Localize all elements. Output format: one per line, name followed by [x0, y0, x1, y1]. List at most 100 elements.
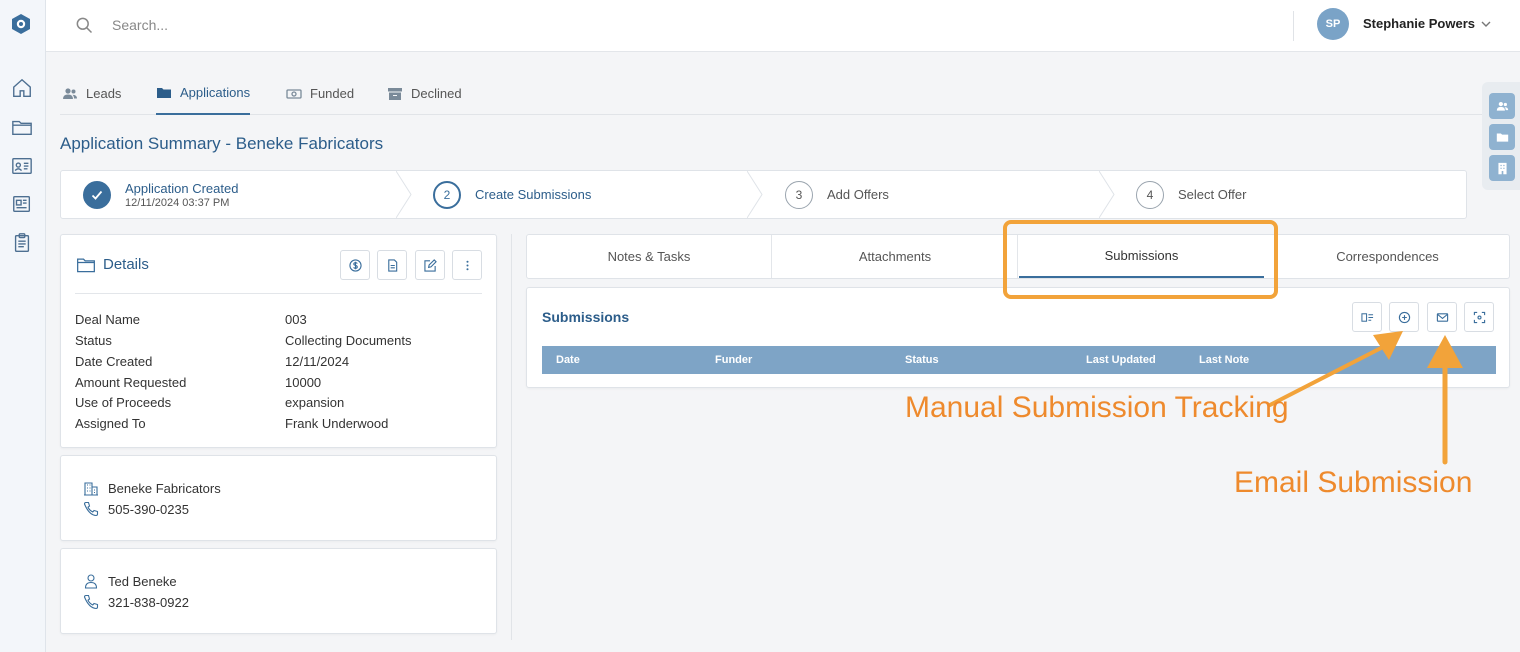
- step-separator: [1099, 171, 1115, 218]
- details-title: Details: [103, 256, 149, 273]
- tab-label: Applications: [180, 85, 251, 100]
- detail-key: Assigned To: [75, 416, 146, 431]
- column-header-funder[interactable]: Funder: [715, 354, 752, 366]
- search-input[interactable]: [112, 14, 512, 36]
- clipboard-icon[interactable]: [11, 232, 33, 254]
- folder-nav-icon[interactable]: [11, 116, 33, 138]
- detail-value: Frank Underwood: [285, 416, 389, 431]
- chevron-down-icon[interactable]: [1480, 18, 1492, 30]
- quick-folder-button[interactable]: [1489, 124, 1515, 150]
- step-label: Select Offer: [1178, 187, 1247, 202]
- building-icon: [1497, 162, 1507, 174]
- tab-label: Declined: [411, 86, 462, 101]
- avatar[interactable]: SP: [1317, 8, 1349, 40]
- detail-value: Collecting Documents: [285, 333, 412, 348]
- detail-value: expansion: [285, 395, 345, 410]
- top-bar: SP Stephanie Powers: [46, 0, 1520, 52]
- edit-icon: [423, 258, 437, 272]
- business-name-row: Beneke Fabricators: [83, 480, 221, 496]
- tab-attachments[interactable]: Attachments: [773, 235, 1018, 278]
- document-button[interactable]: [377, 250, 407, 280]
- submissions-title: Submissions: [542, 309, 630, 325]
- search-icon: [76, 17, 93, 34]
- quick-contacts-button[interactable]: [1489, 93, 1515, 119]
- detail-key: Amount Requested: [75, 375, 187, 390]
- tab-notes-tasks[interactable]: Notes & Tasks: [527, 235, 772, 278]
- phone-icon: [83, 594, 99, 610]
- contact-phone: 321-838-0922: [108, 594, 189, 610]
- contact-phone-row[interactable]: 321-838-0922: [83, 594, 189, 610]
- user-name[interactable]: Stephanie Powers: [1363, 16, 1475, 31]
- detail-value: 12/11/2024: [285, 354, 350, 369]
- folder-icon: [157, 87, 171, 98]
- step-select-offer[interactable]: 4 Select Offer: [1136, 171, 1246, 218]
- archive-icon: [388, 87, 402, 100]
- divider: [1293, 11, 1294, 41]
- more-options-button[interactable]: [452, 250, 482, 280]
- quick-building-button[interactable]: [1489, 155, 1515, 181]
- email-submission-button[interactable]: [1427, 302, 1457, 332]
- detail-key: Date Created: [75, 354, 153, 369]
- details-card: Details Deal Name 003 Status Collecting …: [60, 234, 497, 448]
- step-number: 2: [433, 180, 461, 209]
- divider: [75, 293, 482, 294]
- page-title: Application Summary - Beneke Fabricators: [60, 134, 384, 153]
- tab-label: Funded: [310, 86, 355, 101]
- detail-key: Status: [75, 333, 112, 348]
- contact-card-icon[interactable]: [11, 155, 33, 177]
- annotation-email-submission: Email Submission: [1234, 466, 1473, 499]
- phone-icon: [83, 501, 99, 517]
- annotation-manual-submission: Manual Submission Tracking: [905, 391, 1289, 424]
- document-icon: [387, 258, 397, 272]
- business-card: Beneke Fabricators 505-390-0235: [60, 455, 497, 541]
- detail-value: 003: [285, 312, 307, 327]
- step-create-submissions[interactable]: 2 Create Submissions: [433, 171, 591, 218]
- contact-card: Ted Beneke 321-838-0922: [60, 548, 497, 634]
- column-header-status[interactable]: Status: [905, 354, 939, 366]
- highlight-box: [1003, 220, 1278, 299]
- folder-icon: [77, 258, 95, 273]
- dollar-icon: [348, 258, 362, 272]
- detail-key: Deal Name: [75, 312, 141, 327]
- step-label: Create Submissions: [475, 187, 592, 202]
- step-number: 4: [1136, 180, 1164, 209]
- step-label: Add Offers: [827, 187, 889, 202]
- main-tabs: Leads Applications Funded Declined: [60, 72, 1510, 115]
- step-number: 3: [785, 180, 813, 209]
- tab-applications[interactable]: Applications: [156, 72, 251, 115]
- column-header-last-updated[interactable]: Last Updated: [1086, 354, 1156, 366]
- column-header-date[interactable]: Date: [556, 354, 580, 366]
- home-icon[interactable]: [11, 77, 33, 99]
- submissions-card: Submissions Date Funder Status Last Upda…: [526, 287, 1510, 388]
- step-label: Application Created: [125, 180, 239, 196]
- check-icon: [83, 180, 111, 209]
- edit-button[interactable]: [415, 250, 445, 280]
- tab-funded[interactable]: Funded: [286, 72, 354, 115]
- business-phone: 505-390-0235: [108, 501, 189, 517]
- contact-name-row: Ted Beneke: [83, 573, 177, 589]
- manual-submission-button[interactable]: [1389, 302, 1419, 332]
- column-header-last-note[interactable]: Last Note: [1199, 354, 1249, 366]
- more-vertical-icon: [465, 260, 469, 270]
- business-phone-row[interactable]: 505-390-0235: [83, 501, 189, 517]
- step-separator: [396, 171, 412, 218]
- app-logo-icon[interactable]: [9, 12, 33, 36]
- folder-icon: [1496, 132, 1508, 142]
- funder-match-button[interactable]: [1352, 302, 1382, 332]
- business-name: Beneke Fabricators: [108, 480, 221, 496]
- scan-icon: [1473, 311, 1485, 323]
- step-add-offers[interactable]: 3 Add Offers: [785, 171, 889, 218]
- scan-button[interactable]: [1464, 302, 1494, 332]
- detail-value: 10000: [285, 375, 322, 390]
- tab-correspondences[interactable]: Correspondences: [1265, 235, 1510, 278]
- left-rail: [0, 0, 46, 652]
- submissions-table-header: Date Funder Status Last Updated Last Not…: [542, 346, 1496, 374]
- document-nav-icon[interactable]: [11, 193, 33, 215]
- dollar-button[interactable]: [340, 250, 370, 280]
- step-separator: [747, 171, 763, 218]
- tab-declined[interactable]: Declined: [387, 72, 462, 115]
- add-circle-icon: [1398, 311, 1410, 323]
- tab-leads[interactable]: Leads: [62, 72, 121, 115]
- money-icon: [286, 88, 302, 99]
- users-icon: [1496, 101, 1508, 111]
